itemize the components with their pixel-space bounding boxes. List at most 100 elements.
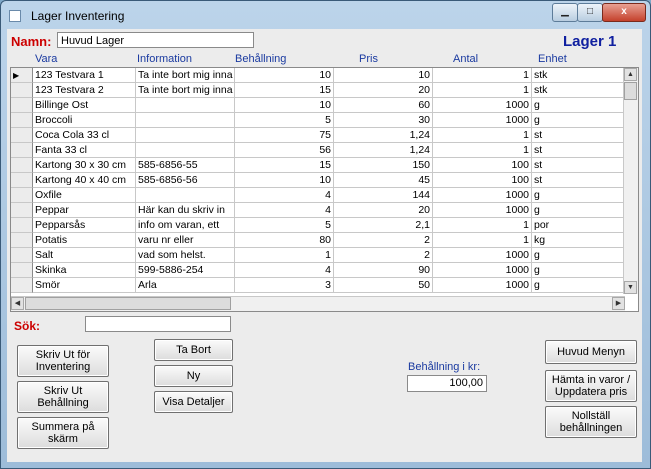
row-selector[interactable] bbox=[11, 248, 33, 263]
cell-behallning[interactable]: 10 bbox=[235, 68, 334, 83]
cell-behallning[interactable]: 5 bbox=[235, 113, 334, 128]
cell-information[interactable]: varu nr eller bbox=[136, 233, 235, 248]
cell-vara[interactable]: Kartong 40 x 40 cm bbox=[33, 173, 136, 188]
cell-information[interactable]: Arla bbox=[136, 278, 235, 293]
vertical-scrollbar[interactable]: ▲ ▼ bbox=[623, 68, 638, 294]
table-row[interactable]: Billinge Ost 10 60 1000 g bbox=[11, 98, 625, 113]
row-selector[interactable] bbox=[11, 233, 33, 248]
cell-behallning[interactable]: 15 bbox=[235, 158, 334, 173]
cell-vara[interactable]: Kartong 30 x 30 cm bbox=[33, 158, 136, 173]
cell-pris[interactable]: 2 bbox=[334, 248, 433, 263]
new-button[interactable]: Ny bbox=[154, 365, 233, 387]
cell-enhet[interactable]: st bbox=[532, 128, 625, 143]
cell-vara[interactable]: Peppar bbox=[33, 203, 136, 218]
table-row[interactable]: Kartong 30 x 30 cm 585-6856-55 15 150 100st bbox=[11, 158, 625, 173]
cell-pris[interactable]: 30 bbox=[334, 113, 433, 128]
cell-information[interactable]: 585-6856-55 bbox=[136, 158, 235, 173]
cell-behallning[interactable]: 80 bbox=[235, 233, 334, 248]
cell-behallning[interactable]: 4 bbox=[235, 203, 334, 218]
delete-button[interactable]: Ta Bort bbox=[154, 339, 233, 361]
cell-enhet[interactable]: st bbox=[532, 158, 625, 173]
cell-information[interactable]: vad som helst. bbox=[136, 248, 235, 263]
cell-information[interactable]: Ta inte bort mig inna bbox=[136, 68, 235, 83]
cell-antal[interactable]: 1 bbox=[433, 218, 532, 233]
cell-information[interactable]: 585-6856-56 bbox=[136, 173, 235, 188]
table-row[interactable]: 123 Testvara 2 Ta inte bort mig inna 15 20 1… bbox=[11, 83, 625, 98]
close-button[interactable]: x bbox=[602, 3, 646, 22]
cell-vara[interactable]: Potatis bbox=[33, 233, 136, 248]
cell-vara[interactable]: 123 Testvara 1 bbox=[33, 68, 136, 83]
row-selector[interactable] bbox=[11, 203, 33, 218]
table-row[interactable]: Oxfile 4 144 1000 g bbox=[11, 188, 625, 203]
cell-pris[interactable]: 60 bbox=[334, 98, 433, 113]
horizontal-scrollbar[interactable]: ◀ ▶ bbox=[11, 296, 625, 311]
cell-pris[interactable]: 45 bbox=[334, 173, 433, 188]
cell-behallning[interactable]: 10 bbox=[235, 173, 334, 188]
cell-pris[interactable]: 10 bbox=[334, 68, 433, 83]
cell-antal[interactable]: 1000 bbox=[433, 263, 532, 278]
cell-pris[interactable]: 90 bbox=[334, 263, 433, 278]
scroll-right-button[interactable]: ▶ bbox=[612, 297, 625, 310]
cell-pris[interactable]: 50 bbox=[334, 278, 433, 293]
table-row[interactable]: Fanta 33 cl 56 1,24 1st bbox=[11, 143, 625, 158]
table-row[interactable]: Pepparsås info om varan, ett 5 2,1 1 por bbox=[11, 218, 625, 233]
cell-behallning[interactable]: 15 bbox=[235, 83, 334, 98]
table-row[interactable]: Smör Arla 3 50 1000 g bbox=[11, 278, 625, 293]
cell-vara[interactable]: Oxfile bbox=[33, 188, 136, 203]
cell-pris[interactable]: 150 bbox=[334, 158, 433, 173]
row-selector[interactable] bbox=[11, 128, 33, 143]
table-row[interactable]: Kartong 40 x 40 cm 585-6856-56 10 45 100st bbox=[11, 173, 625, 188]
cell-behallning[interactable]: 3 bbox=[235, 278, 334, 293]
cell-enhet[interactable]: g bbox=[532, 203, 625, 218]
cell-enhet[interactable]: st bbox=[532, 143, 625, 158]
cell-behallning[interactable]: 4 bbox=[235, 263, 334, 278]
horizontal-scroll-thumb[interactable] bbox=[25, 297, 231, 310]
row-selector[interactable] bbox=[11, 113, 33, 128]
search-input[interactable] bbox=[85, 316, 231, 332]
cell-enhet[interactable]: por bbox=[532, 218, 625, 233]
row-selector[interactable] bbox=[11, 218, 33, 233]
cell-pris[interactable]: 20 bbox=[334, 83, 433, 98]
cell-pris[interactable]: 1,24 bbox=[334, 143, 433, 158]
cell-enhet[interactable]: stk bbox=[532, 68, 625, 83]
maximize-button[interactable]: □ bbox=[577, 3, 603, 22]
cell-antal[interactable]: 1 bbox=[433, 143, 532, 158]
cell-antal[interactable]: 1 bbox=[433, 68, 532, 83]
cell-information[interactable] bbox=[136, 128, 235, 143]
reset-balance-button[interactable]: Nollställ behållningen bbox=[545, 406, 637, 438]
cell-behallning[interactable]: 56 bbox=[235, 143, 334, 158]
cell-behallning[interactable]: 5 bbox=[235, 218, 334, 233]
scroll-up-button[interactable]: ▲ bbox=[624, 68, 637, 81]
row-selector[interactable] bbox=[11, 263, 33, 278]
cell-information[interactable] bbox=[136, 113, 235, 128]
cell-vara[interactable]: Salt bbox=[33, 248, 136, 263]
row-selector[interactable] bbox=[11, 98, 33, 113]
cell-information[interactable] bbox=[136, 98, 235, 113]
title-bar[interactable]: Lager Inventering ▁ □ x bbox=[1, 1, 650, 29]
cell-antal[interactable]: 1 bbox=[433, 83, 532, 98]
cell-enhet[interactable]: g bbox=[532, 263, 625, 278]
cell-behallning[interactable]: 1 bbox=[235, 248, 334, 263]
vertical-scroll-thumb[interactable] bbox=[624, 82, 637, 100]
cell-antal[interactable]: 1000 bbox=[433, 248, 532, 263]
balance-value-field[interactable]: 100,00 bbox=[407, 375, 487, 392]
cell-information[interactable]: 599-5886-254 bbox=[136, 263, 235, 278]
table-row[interactable]: Skinka 599-5886-254 4 90 1000 g bbox=[11, 263, 625, 278]
row-selector[interactable]: ▶ bbox=[11, 68, 33, 83]
cell-antal[interactable]: 1000 bbox=[433, 278, 532, 293]
cell-vara[interactable]: Skinka bbox=[33, 263, 136, 278]
cell-information[interactable] bbox=[136, 143, 235, 158]
cell-enhet[interactable]: kg bbox=[532, 233, 625, 248]
row-selector[interactable] bbox=[11, 278, 33, 293]
cell-vara[interactable]: Coca Cola 33 cl bbox=[33, 128, 136, 143]
cell-behallning[interactable]: 75 bbox=[235, 128, 334, 143]
cell-information[interactable]: Här kan du skriv in bbox=[136, 203, 235, 218]
cell-antal[interactable]: 1 bbox=[433, 128, 532, 143]
print-balance-button[interactable]: Skriv Ut Behållning bbox=[17, 381, 109, 413]
row-selector[interactable] bbox=[11, 188, 33, 203]
cell-enhet[interactable]: g bbox=[532, 248, 625, 263]
table-row[interactable]: ▶ 123 Testvara 1 Ta inte bort mig inna 10 10… bbox=[11, 68, 625, 83]
cell-vara[interactable]: Pepparsås bbox=[33, 218, 136, 233]
table-row[interactable]: Coca Cola 33 cl 75 1,24 1st bbox=[11, 128, 625, 143]
cell-antal[interactable]: 100 bbox=[433, 173, 532, 188]
